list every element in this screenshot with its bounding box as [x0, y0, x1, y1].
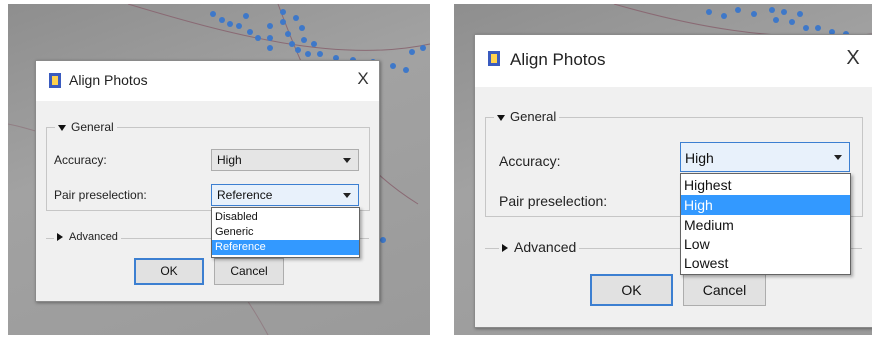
title-bar: Align Photos X [36, 61, 379, 101]
close-icon[interactable]: X [353, 69, 373, 91]
accuracy-value: High [685, 150, 714, 166]
close-icon[interactable]: X [842, 47, 864, 71]
option-lowest[interactable]: Lowest [681, 253, 850, 273]
option-disabled[interactable]: Disabled [212, 210, 359, 225]
accuracy-value: High [217, 153, 242, 167]
general-label: General [510, 109, 557, 124]
option-high[interactable]: High [681, 195, 850, 215]
general-toggle[interactable]: General [494, 109, 560, 124]
pair-preselection-dropdown: Disabled Generic Reference [211, 207, 360, 258]
option-reference[interactable]: Reference [212, 240, 359, 255]
accuracy-combobox[interactable]: High [680, 142, 850, 172]
pair-preselection-label: Pair preselection: [499, 193, 608, 209]
option-low[interactable]: Low [681, 234, 850, 254]
align-photos-dialog: Align Photos X General Accuracy: High Pa… [474, 34, 872, 328]
pair-preselection-label: Pair preselection: [54, 188, 147, 202]
accuracy-label: Accuracy: [499, 153, 561, 169]
dialog-title: Align Photos [510, 50, 606, 69]
ok-button[interactable]: OK [134, 258, 204, 285]
dialog-title: Align Photos [69, 72, 148, 88]
pair-preselection-combobox[interactable]: Reference [211, 184, 359, 206]
advanced-toggle[interactable]: Advanced [54, 231, 121, 243]
align-photos-dialog: Align Photos X General Accuracy: High Pa… [35, 60, 380, 302]
photo-stack-icon [488, 51, 500, 66]
triangle-right-icon [502, 244, 508, 253]
accuracy-combobox[interactable]: High [211, 149, 359, 171]
title-bar: Align Photos X [475, 35, 872, 87]
accuracy-label: Accuracy: [54, 153, 107, 167]
advanced-label: Advanced [514, 239, 577, 255]
triangle-down-icon [497, 114, 505, 121]
advanced-label: Advanced [69, 231, 118, 243]
chevron-down-icon [834, 155, 842, 160]
general-label: General [71, 120, 114, 134]
photo-stack-icon [49, 73, 61, 88]
option-highest[interactable]: Highest [681, 175, 850, 195]
ok-button[interactable]: OK [590, 274, 673, 306]
option-generic[interactable]: Generic [212, 225, 359, 240]
left-screenshot: Align Photos X General Accuracy: High Pa… [8, 4, 430, 335]
right-screenshot: Align Photos X General Accuracy: High Pa… [454, 4, 872, 335]
general-toggle[interactable]: General [55, 120, 117, 134]
advanced-toggle[interactable]: Advanced [499, 239, 580, 255]
triangle-down-icon [58, 124, 66, 131]
pair-preselection-value: Reference [217, 188, 273, 202]
chevron-down-icon [343, 158, 351, 163]
cancel-button[interactable]: Cancel [214, 258, 284, 285]
triangle-right-icon [57, 233, 63, 242]
accuracy-dropdown: Highest High Medium Low Lowest [680, 173, 851, 275]
cancel-button[interactable]: Cancel [683, 274, 766, 306]
chevron-down-icon [343, 193, 351, 198]
option-medium[interactable]: Medium [681, 215, 850, 235]
